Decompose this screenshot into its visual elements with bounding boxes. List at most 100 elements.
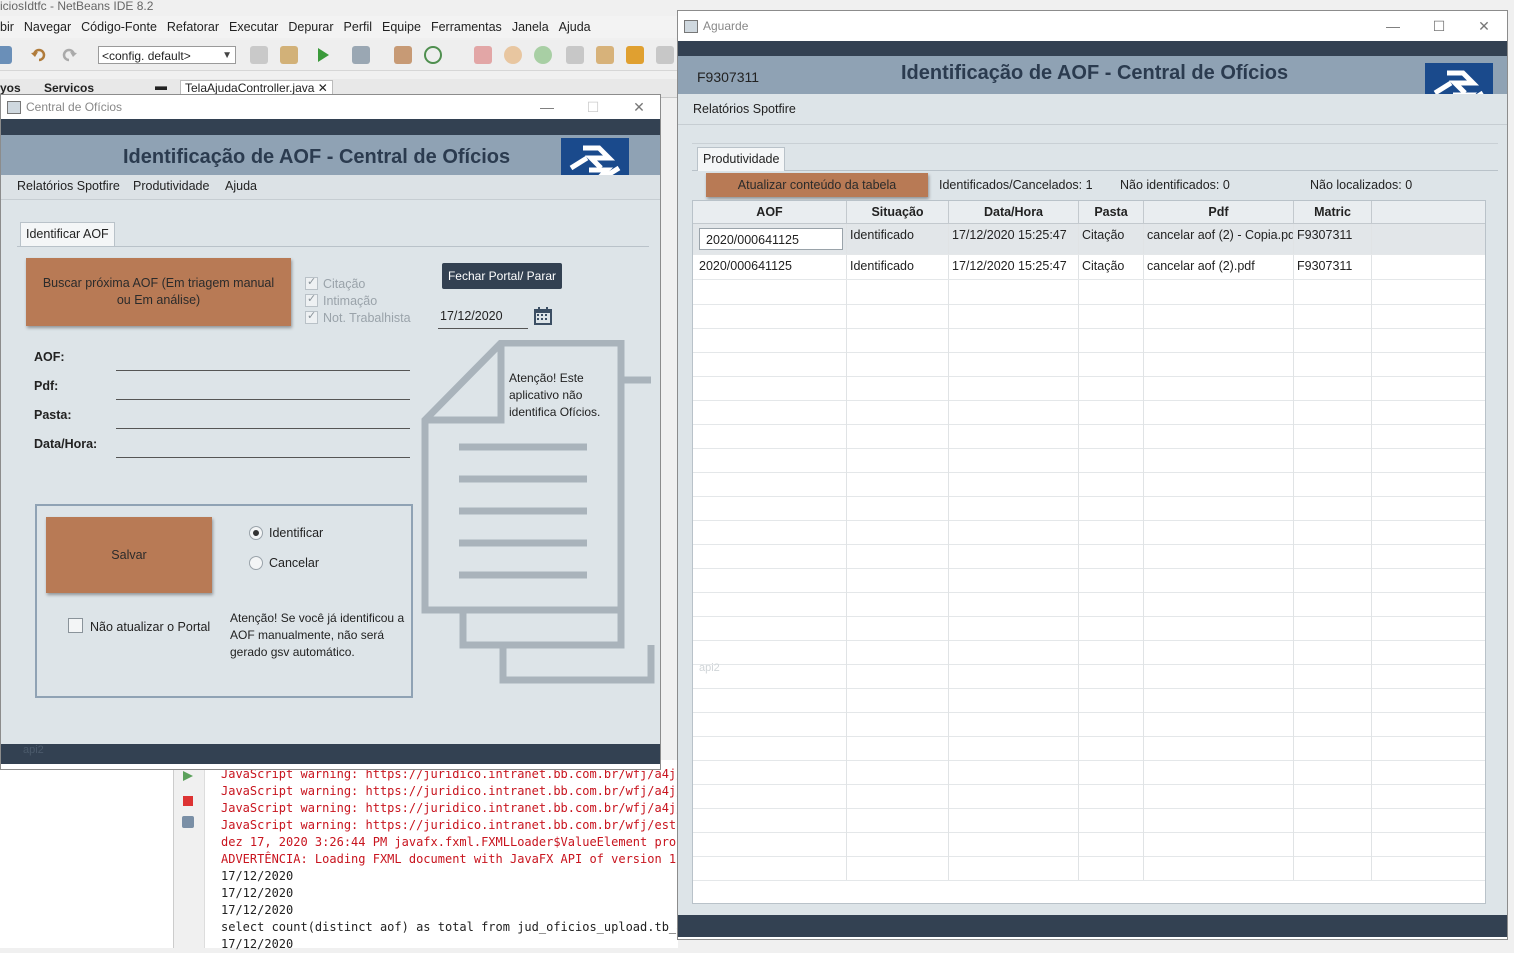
clock-icon[interactable]: [424, 46, 442, 64]
table-cell: [693, 304, 847, 328]
table-row[interactable]: 2020/000641125 Identificado 17/12/2020 1…: [693, 255, 1485, 280]
output-gutter: [174, 760, 205, 948]
input-pdf[interactable]: [116, 399, 410, 400]
ide-menu-item[interactable]: Depurar: [288, 16, 333, 38]
minimize-button[interactable]: —: [537, 95, 557, 119]
output-line: JavaScript warning: https://juridico.int…: [221, 801, 678, 815]
build-icon[interactable]: [250, 46, 268, 64]
ide-menu-item[interactable]: Perfil: [344, 16, 372, 38]
footer-user: api2: [23, 744, 44, 756]
continue-icon[interactable]: [534, 46, 552, 64]
table-cell: [949, 856, 1079, 880]
ide-menu-item[interactable]: Janela: [512, 16, 549, 38]
ide-tab-services[interactable]: Servicos: [44, 81, 94, 95]
project-icon[interactable]: [0, 46, 12, 64]
ide-menu-item[interactable]: Código-Fonte: [81, 16, 157, 38]
ide-menu-item[interactable]: Ferramentas: [431, 16, 502, 38]
stop-icon[interactable]: [183, 796, 193, 806]
checkbox-not-trabalhista[interactable]: Not. Trabalhista: [305, 309, 411, 325]
user-code: F9307311: [697, 69, 760, 85]
input-datahora[interactable]: [116, 457, 410, 458]
radio-selected-icon: [249, 526, 263, 540]
stat-nao-identificados: Não identificados: 0: [1120, 178, 1230, 192]
table-cell: [1079, 592, 1144, 616]
table-cell: F9307311: [1294, 224, 1372, 254]
step-icon[interactable]: [566, 46, 584, 64]
table-watermark: api2: [699, 662, 720, 674]
table-cell: [1079, 568, 1144, 592]
step-into-icon[interactable]: [626, 46, 644, 64]
checkbox-label: Intimação: [323, 294, 378, 308]
input-pasta[interactable]: [116, 428, 410, 429]
clean-build-icon[interactable]: [280, 46, 298, 64]
column-header-pasta[interactable]: Pasta: [1079, 201, 1144, 223]
run-icon[interactable]: [314, 46, 332, 64]
column-header-datahora[interactable]: Data/Hora: [949, 201, 1079, 223]
rerun-icon[interactable]: [182, 770, 194, 782]
table-cell: [1144, 688, 1294, 712]
output-line: 17/12/2020: [221, 886, 294, 900]
table-cell: [1294, 688, 1372, 712]
ide-menu-item[interactable]: Ajuda: [559, 16, 591, 38]
table-cell: [693, 328, 847, 352]
table-cell: [1144, 424, 1294, 448]
ide-menu-item[interactable]: Equipe: [382, 16, 421, 38]
redo-icon[interactable]: [60, 46, 78, 64]
tab-identificar-aof[interactable]: Identificar AOF: [20, 222, 115, 246]
table-cell: [847, 832, 949, 856]
aof-edit-input[interactable]: 2020/000641125: [699, 228, 843, 250]
input-aof[interactable]: [116, 370, 410, 371]
pause-icon[interactable]: [504, 46, 522, 64]
column-header-matric[interactable]: Matric: [1294, 201, 1372, 223]
table-cell: [1079, 616, 1144, 640]
ide-tab-projects[interactable]: yos: [0, 81, 21, 95]
output-line: select count(distinct aof) as total from…: [221, 920, 678, 934]
undo-icon[interactable]: [30, 46, 48, 64]
menu-relatorios-spotfire[interactable]: Relatórios Spotfire: [17, 179, 120, 193]
maximize-button[interactable]: ☐: [1429, 11, 1449, 41]
close-icon[interactable]: ✕: [318, 81, 328, 95]
salvar-button[interactable]: Salvar: [46, 517, 212, 593]
table-cell: [949, 376, 1079, 400]
column-header-pdf[interactable]: Pdf: [1144, 201, 1294, 223]
menu-ajuda[interactable]: Ajuda: [225, 179, 257, 193]
ide-menu-item[interactable]: Navegar: [24, 16, 71, 38]
maximize-button[interactable]: ☐: [583, 95, 603, 119]
checkbox-nao-atualizar[interactable]: Não atualizar o Portal: [68, 618, 210, 634]
profile-icon[interactable]: [394, 46, 412, 64]
atualizar-tabela-button[interactable]: Atualizar conteúdo da tabela: [706, 173, 928, 197]
radio-cancelar[interactable]: Cancelar: [249, 556, 319, 570]
config-select[interactable]: <config. default> ▼: [98, 46, 236, 64]
step-over-icon[interactable]: [596, 46, 614, 64]
buscar-proxima-aof-button[interactable]: Buscar próxima AOF (Em triagem manual ou…: [26, 258, 291, 326]
debug-icon[interactable]: [352, 46, 370, 64]
ide-menu-item[interactable]: bir: [0, 16, 14, 38]
calendar-icon[interactable]: [533, 306, 553, 326]
table-cell: [1294, 808, 1372, 832]
fechar-portal-button[interactable]: Fechar Portal/ Parar: [442, 263, 562, 289]
minimize-icon[interactable]: ▬: [155, 79, 167, 93]
checkbox-intimacao[interactable]: Intimação: [305, 292, 378, 308]
menu-produtividade[interactable]: Produtividade: [133, 179, 209, 193]
ide-menu-item[interactable]: Executar: [229, 16, 278, 38]
table-cell-aof-editor[interactable]: 2020/000641125: [693, 224, 847, 254]
menu-relatorios-spotfire[interactable]: Relatórios Spotfire: [693, 102, 796, 116]
settings-icon[interactable]: [182, 816, 194, 828]
radio-identificar[interactable]: Identificar: [249, 526, 323, 540]
tab-produtividade[interactable]: Produtividade: [697, 147, 786, 171]
table-cell: [1144, 520, 1294, 544]
checkbox-citacao[interactable]: Citação: [305, 275, 365, 291]
output-line: 17/12/2020: [221, 869, 294, 883]
minimize-button[interactable]: —: [1383, 11, 1403, 41]
column-header-aof[interactable]: AOF: [693, 201, 847, 223]
close-button[interactable]: ✕: [1474, 11, 1494, 41]
date-input[interactable]: 17/12/2020: [438, 304, 528, 329]
column-header-situacao[interactable]: Situação: [847, 201, 949, 223]
ide-menu-item[interactable]: Refatorar: [167, 16, 219, 38]
close-button[interactable]: ✕: [629, 95, 649, 119]
stop-icon[interactable]: [474, 46, 492, 64]
table-row[interactable]: 2020/000641125 Identificado 17/12/2020 1…: [693, 224, 1485, 255]
table-cell: [949, 712, 1079, 736]
step-out-icon[interactable]: [656, 46, 674, 64]
table-cell: [847, 760, 949, 784]
